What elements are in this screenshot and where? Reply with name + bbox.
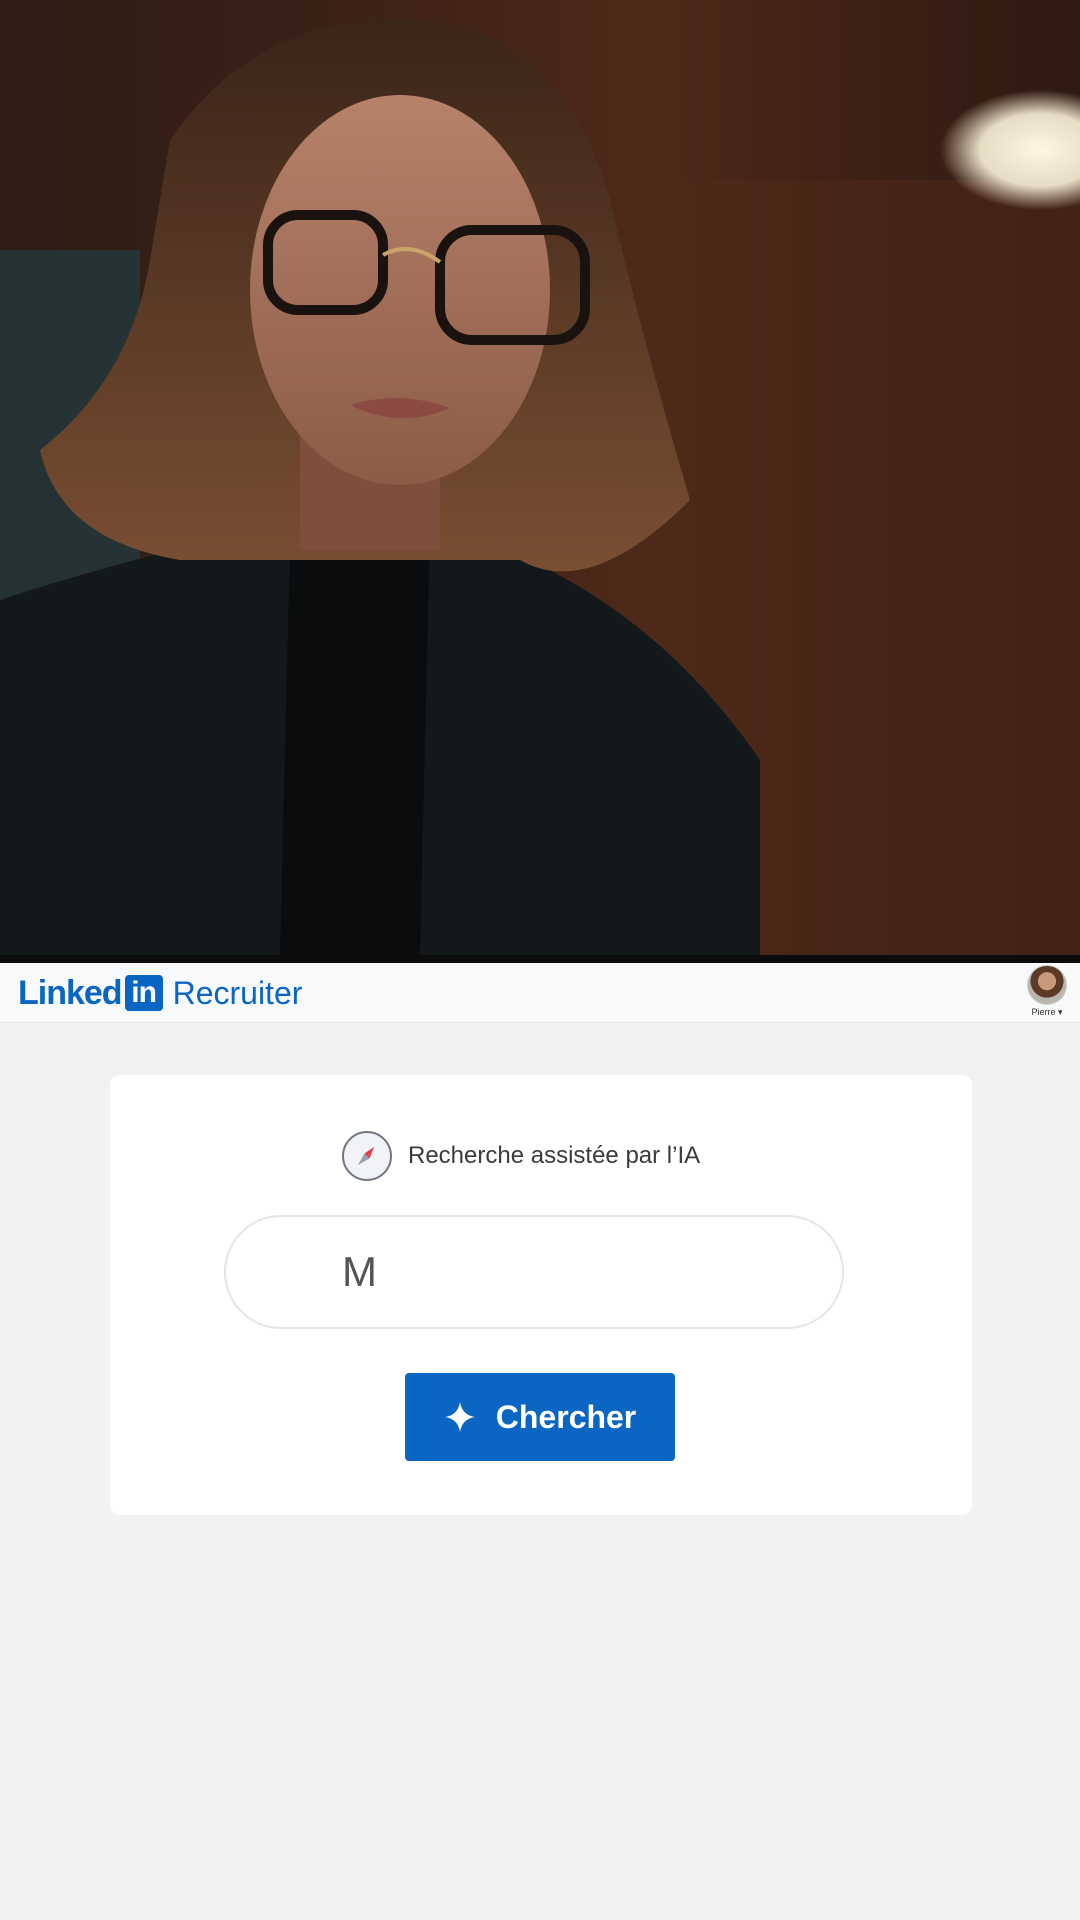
video-scene-image	[0, 0, 1080, 955]
logo-product-name: Recruiter	[172, 974, 303, 1011]
video-frame	[0, 0, 1080, 955]
video-divider	[0, 955, 1080, 963]
ai-search-label-row: Recherche assistée par l’IA	[342, 1131, 700, 1181]
sparkle-icon	[444, 1402, 475, 1432]
ai-search-card: Recherche assistée par l’IA Chercher	[110, 1075, 972, 1515]
ai-search-label: Recherche assistée par l’IA	[408, 1142, 701, 1169]
compass-icon	[342, 1131, 392, 1181]
linkedin-recruiter-logo[interactable]: Linked in Recruiter	[18, 971, 302, 1015]
profile-menu[interactable]: Pierre ▾	[1024, 965, 1070, 1018]
search-button-label: Chercher	[495, 1398, 637, 1435]
search-input[interactable]	[224, 1215, 844, 1329]
profile-name: Pierre ▾	[1031, 1007, 1063, 1017]
search-button[interactable]: Chercher	[405, 1373, 675, 1461]
avatar[interactable]	[1027, 965, 1067, 1005]
logo-linked-text: Linked	[18, 973, 123, 1012]
app-header: Linked in Recruiter Pierre ▾	[0, 963, 1080, 1023]
logo-in-badge: in	[124, 975, 163, 1011]
